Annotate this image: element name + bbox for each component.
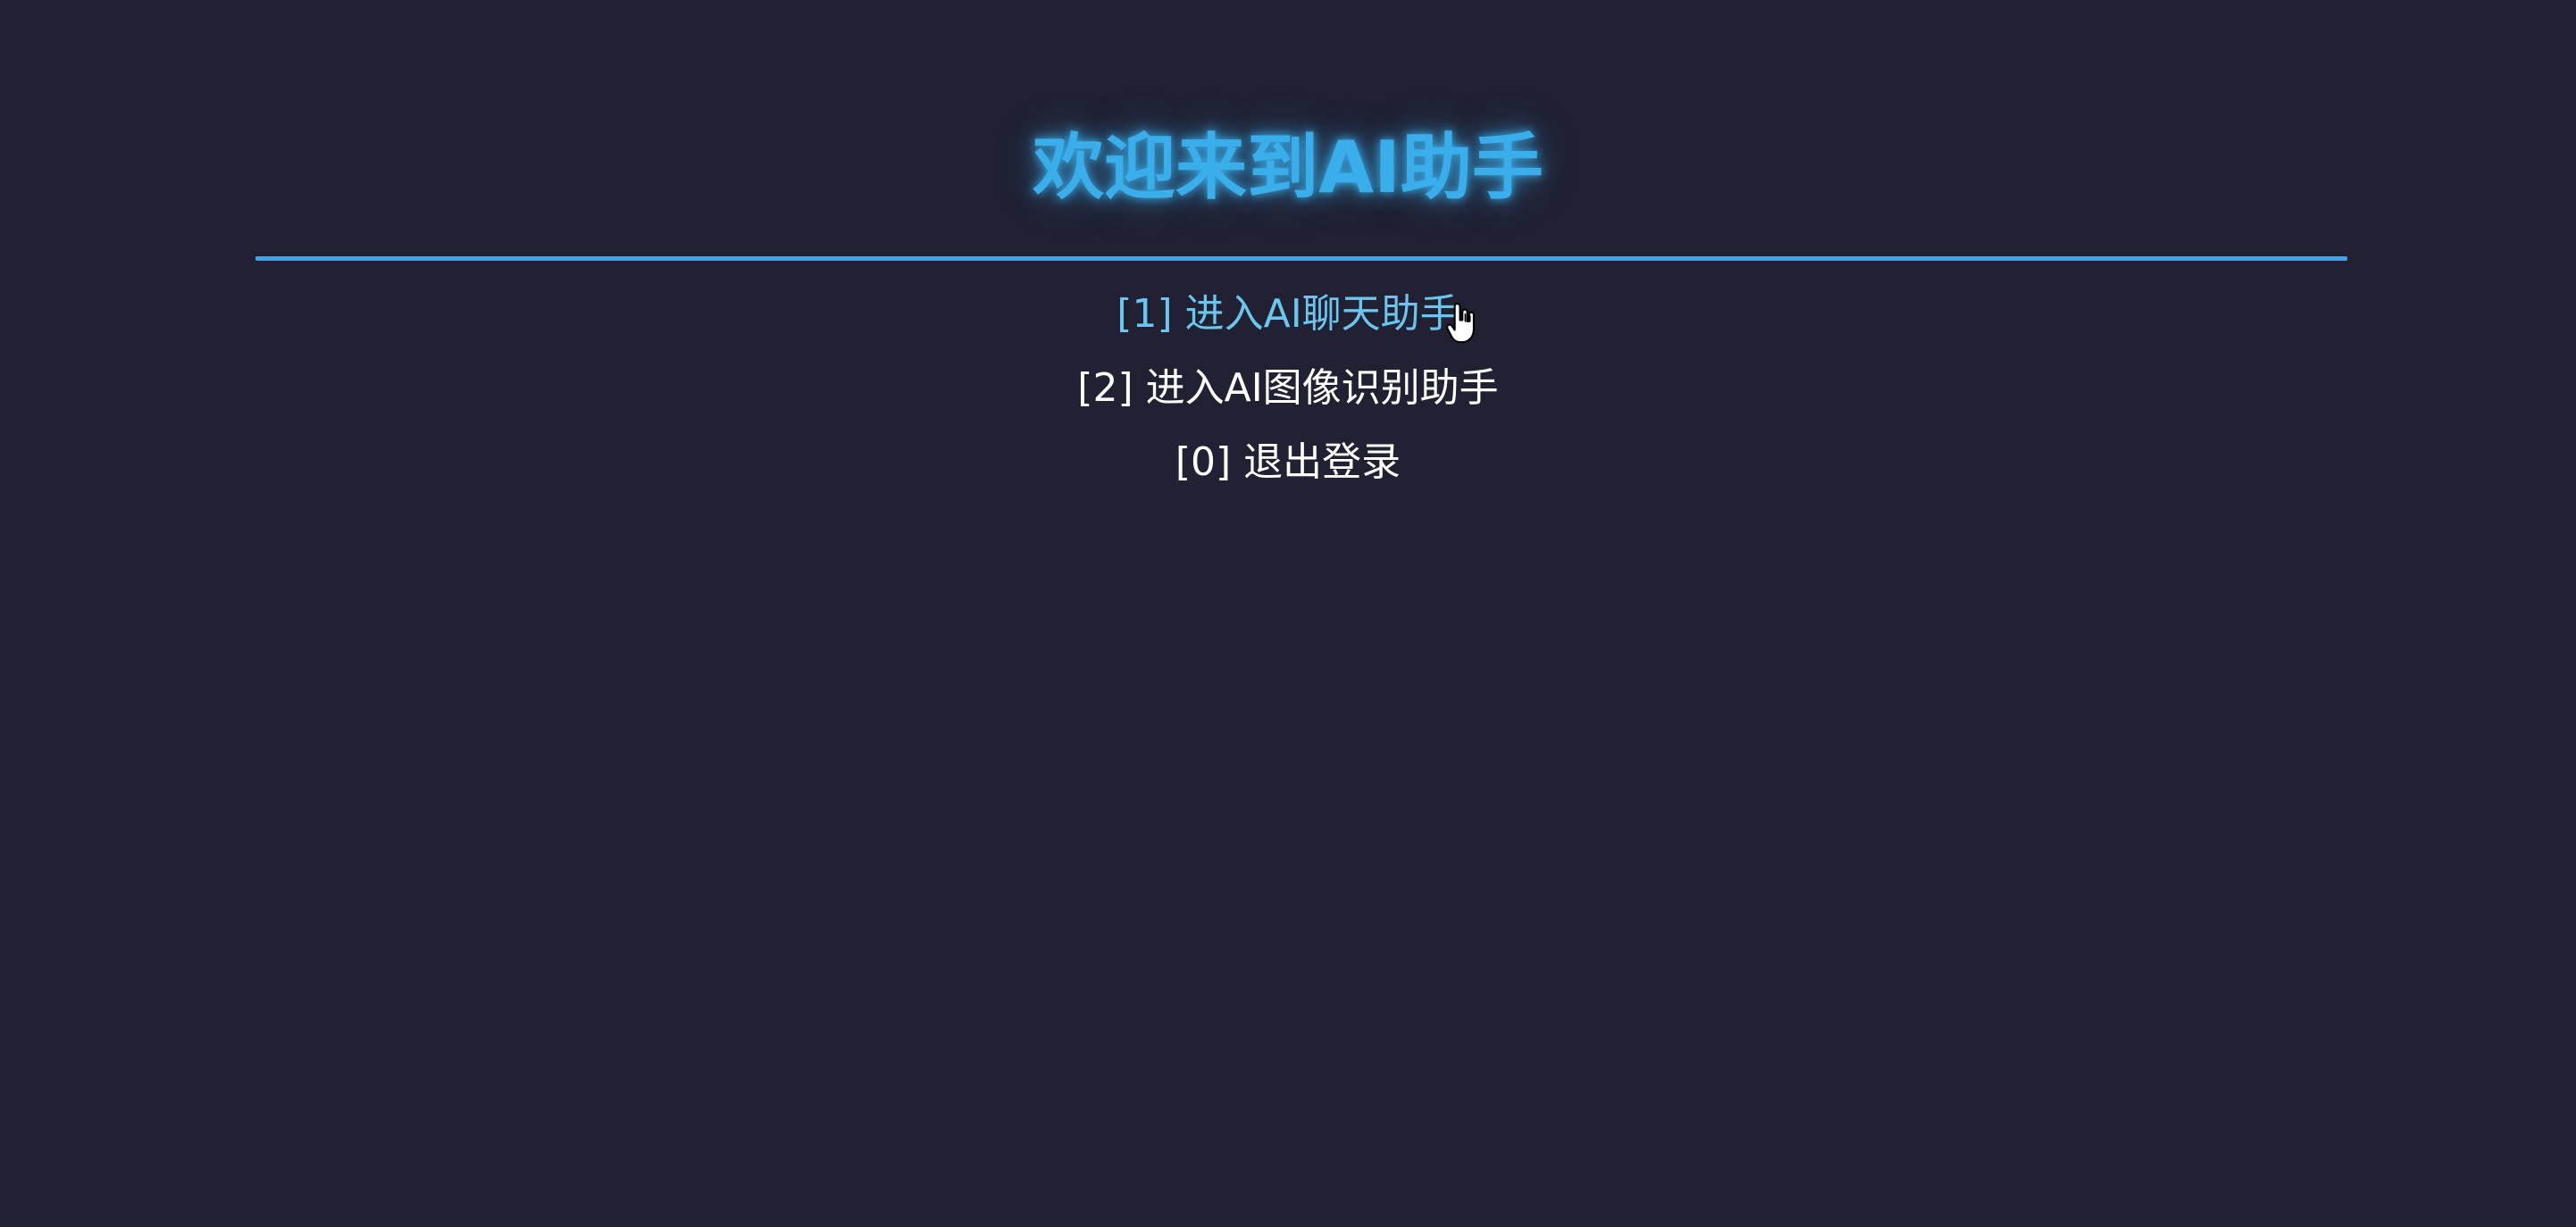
page-title: 欢迎来到AI助手 bbox=[1033, 126, 1543, 209]
hand-pointer-icon bbox=[1446, 302, 1476, 344]
main-menu-page: 欢迎来到AI助手 [1] 进入AI聊天助手 [2] 进入AI图像识别助手 [0]… bbox=[0, 0, 2576, 1227]
menu-item-ai-image-recognition[interactable]: [2] 进入AI图像识别助手 bbox=[0, 351, 2576, 425]
menu-item-ai-chat[interactable]: [1] 进入AI聊天助手 bbox=[0, 277, 2576, 351]
menu-item-logout[interactable]: [0] 退出登录 bbox=[0, 425, 2576, 499]
main-menu: [1] 进入AI聊天助手 [2] 进入AI图像识别助手 [0] 退出登录 bbox=[0, 277, 2576, 499]
title-divider bbox=[255, 256, 2347, 261]
